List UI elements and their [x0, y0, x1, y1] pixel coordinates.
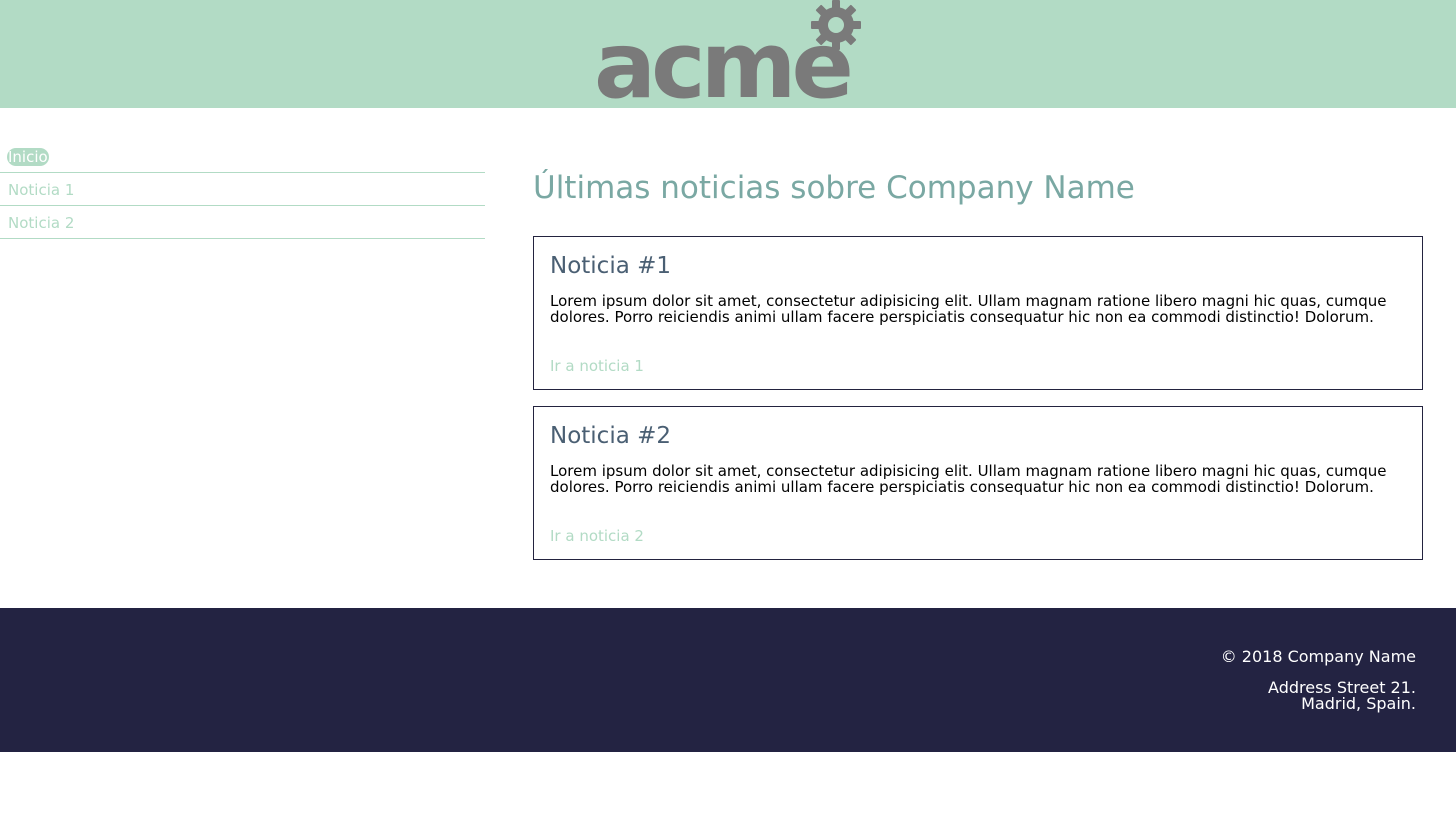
nav-link-noticia-1[interactable]: Noticia 1 [8, 181, 74, 199]
nav-link-inicio[interactable]: Inicio [7, 148, 49, 166]
sidebar-item-noticia-2: Noticia 2 [0, 206, 485, 239]
sidebar-item-inicio: Inicio [0, 140, 485, 173]
footer-address: Address Street 21. Madrid, Spain. [1268, 680, 1416, 712]
footer-copyright: © 2018 Company Name [1220, 647, 1416, 666]
news-body: Lorem ipsum dolor sit amet, consectetur … [550, 292, 1387, 326]
site-footer: © 2018 Company Name Address Street 21. M… [0, 608, 1456, 752]
site-header: acme [0, 0, 1456, 108]
news-link-2[interactable]: Ir a noticia 2 [550, 527, 644, 545]
sidebar-item-noticia-1: Noticia 1 [0, 173, 485, 206]
main-content: Últimas noticias sobre Company Name Noti… [533, 166, 1423, 560]
news-link-1[interactable]: Ir a noticia 1 [550, 357, 644, 375]
acme-logo[interactable]: acme [594, 0, 864, 108]
sidebar-nav: Inicio Noticia 1 Noticia 2 [0, 140, 485, 239]
news-title: Noticia #2 [550, 423, 672, 449]
nav-link-noticia-2[interactable]: Noticia 2 [8, 214, 74, 232]
news-body: Lorem ipsum dolor sit amet, consectetur … [550, 462, 1387, 496]
news-card-2: Noticia #2 Lorem ipsum dolor sit amet, c… [533, 406, 1423, 560]
news-card-1: Noticia #1 Lorem ipsum dolor sit amet, c… [533, 236, 1423, 390]
address-line-city: Madrid, Spain. [1301, 694, 1416, 713]
gear-icon [811, 0, 861, 50]
news-title: Noticia #1 [550, 253, 672, 279]
page-title: Últimas noticias sobre Company Name [533, 170, 1135, 206]
